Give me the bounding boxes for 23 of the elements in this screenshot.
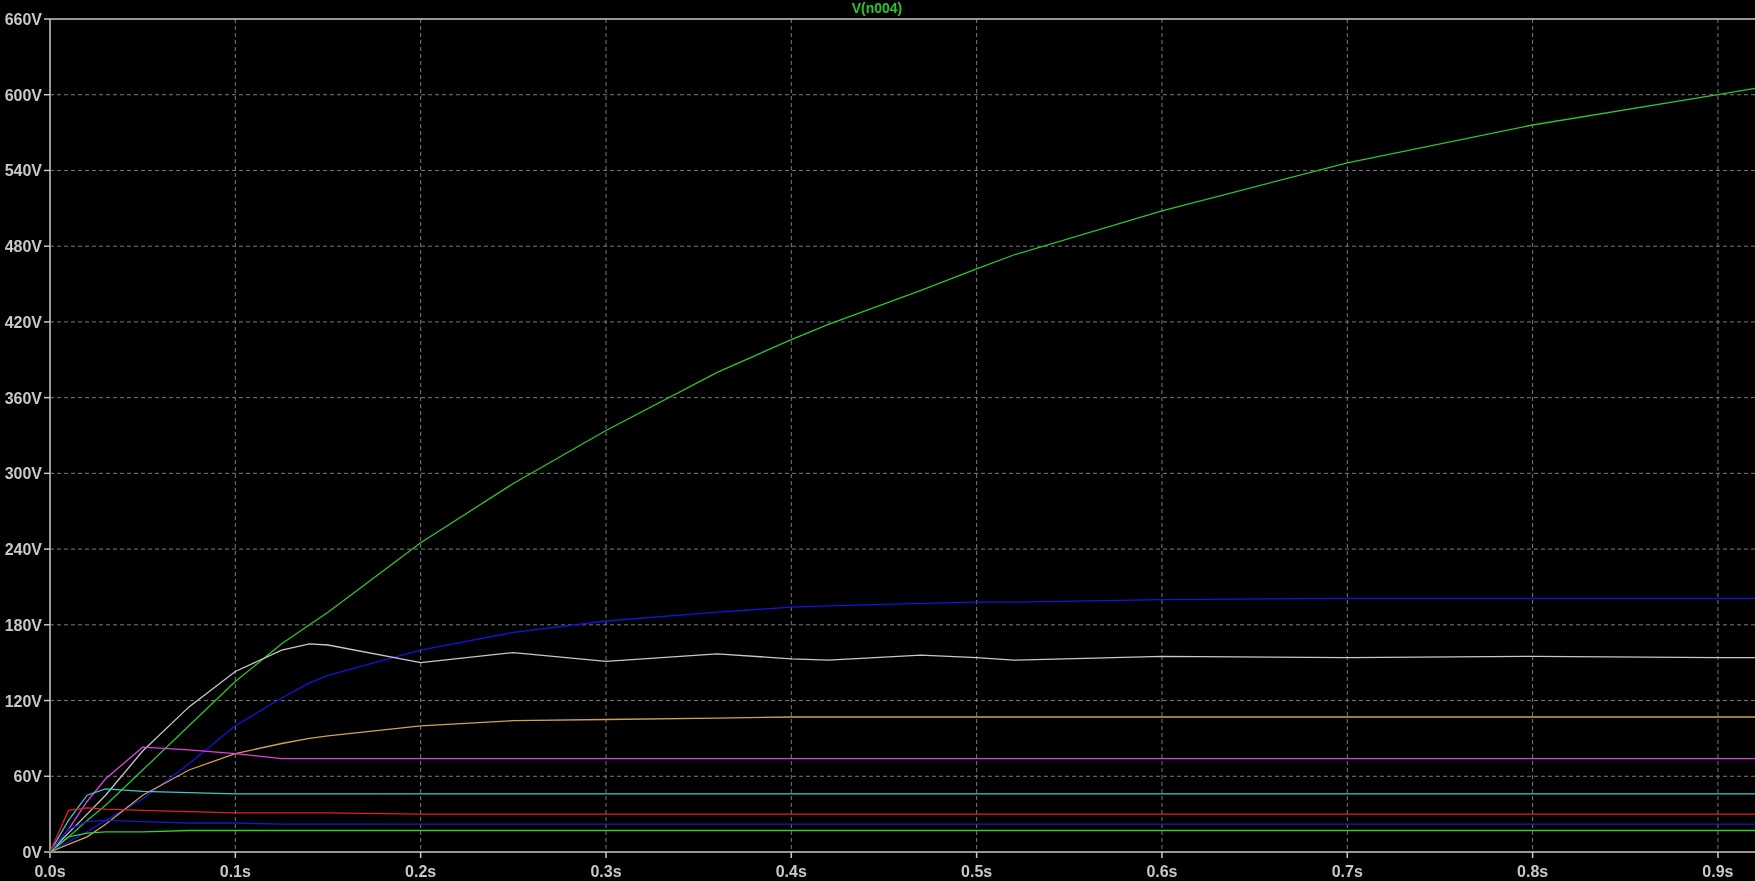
axis-tick-label: 480V [4, 238, 42, 256]
axis-tick-label: 0V [22, 844, 42, 861]
axis-tick-label: 300V [4, 465, 42, 483]
axis-tick-label: 0.1s [219, 863, 251, 880]
axis-tick-label: 0.9s [1702, 863, 1734, 880]
axis-tick-label: 0.6s [1146, 863, 1178, 880]
axis-tick-label: 0.2s [405, 863, 437, 880]
axis-tick-label: 0.8s [1517, 863, 1549, 880]
axis-tick-label: 240V [4, 541, 42, 559]
axis-tick-label: 660V [4, 11, 42, 28]
axis-tick-label: 60V [13, 768, 42, 786]
trace-label[interactable]: V(n004) [851, 0, 903, 16]
axis-tick-label: 0.3s [590, 863, 622, 880]
axis-tick-label: 360V [4, 389, 42, 407]
axis-tick-label: 0.7s [1331, 863, 1363, 880]
axis-tick-label: 600V [4, 86, 42, 104]
axis-tick-label: 0.4s [775, 863, 807, 880]
axis-tick-label: 540V [4, 162, 42, 180]
axis-tick-label: 0.5s [961, 863, 993, 880]
axis-tick-label: 420V [4, 313, 42, 331]
axis-tick-label: 0.0s [34, 863, 66, 880]
axis-tick-label: 120V [4, 692, 42, 710]
axis-tick-label: 180V [4, 616, 42, 634]
